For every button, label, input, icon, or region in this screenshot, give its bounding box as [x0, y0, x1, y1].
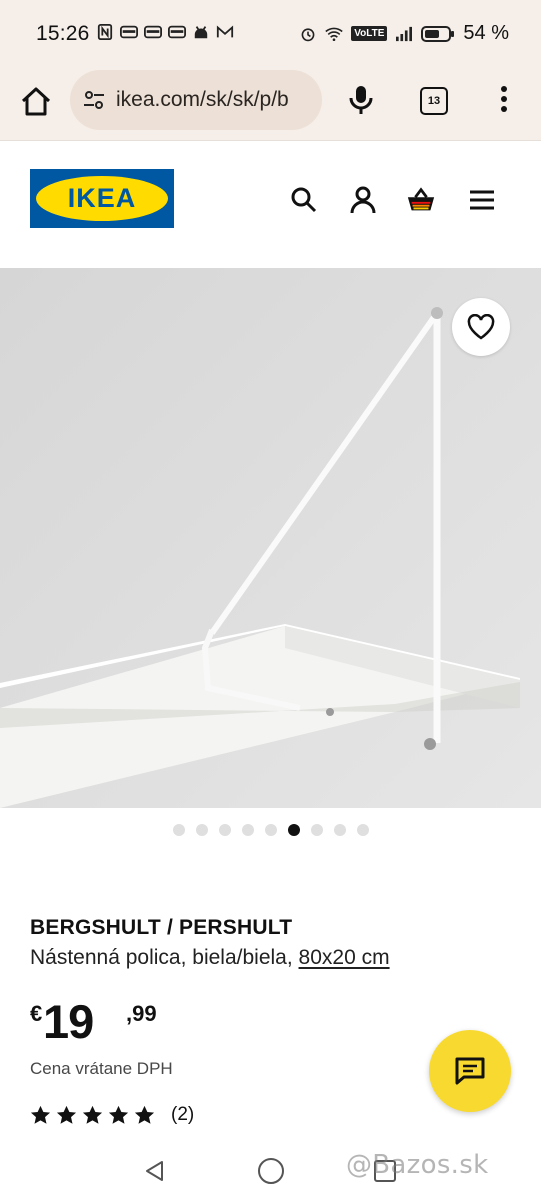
notification-icon	[168, 25, 186, 39]
gallery-dot[interactable]	[195, 824, 208, 836]
system-icons: VoLTE 54 %	[299, 22, 509, 45]
gallery-dot[interactable]	[333, 824, 346, 836]
product-description: Nástenná polica, biela/biela, 80x20 cm	[30, 946, 390, 970]
product-name: BERGSHULT / PERSHULT	[30, 916, 293, 939]
star-icon	[108, 1105, 129, 1124]
gallery-dot[interactable]	[356, 824, 369, 836]
gallery-dot[interactable]	[172, 824, 185, 836]
back-icon[interactable]	[144, 1160, 166, 1182]
microphone-icon[interactable]	[348, 84, 374, 116]
ikea-logo[interactable]: IKEA	[30, 169, 174, 228]
search-icon[interactable]	[289, 185, 319, 215]
gallery-dot[interactable]	[241, 824, 254, 836]
url-text[interactable]: ikea.com/sk/sk/p/b	[116, 88, 316, 112]
status-time: 15:26	[36, 22, 90, 45]
battery-icon	[421, 25, 455, 42]
wifi-icon	[325, 27, 343, 41]
android-icon	[194, 26, 208, 39]
star-icon	[134, 1105, 155, 1124]
notification-icon	[144, 25, 162, 39]
heart-icon	[467, 314, 495, 340]
cart-icon[interactable]	[406, 185, 436, 215]
chat-button[interactable]	[429, 1030, 511, 1112]
menu-icon[interactable]	[467, 185, 497, 215]
gallery-dot[interactable]	[264, 824, 277, 836]
nfc-icon	[97, 24, 113, 40]
address-bar[interactable]: ikea.com/sk/sk/p/b	[70, 70, 322, 130]
logo-text: IKEA	[67, 183, 137, 213]
account-icon[interactable]	[348, 185, 378, 215]
rating-stars	[30, 1105, 155, 1125]
shelf-illustration	[0, 268, 541, 808]
star-icon	[56, 1105, 77, 1124]
gallery-dot[interactable]	[218, 824, 231, 836]
tabs-icon[interactable]: 13	[420, 87, 448, 115]
chat-icon	[455, 1057, 485, 1085]
gallery-pagination	[0, 824, 541, 840]
price-currency: €	[30, 1001, 43, 1026]
signal-icon	[396, 26, 413, 41]
browser-toolbar: ikea.com/sk/sk/p/b 13	[0, 66, 541, 141]
product-description-text: Nástenná polica, biela/biela,	[30, 946, 293, 969]
watermark: @Bazos.sk	[346, 1150, 489, 1180]
star-icon	[30, 1105, 51, 1124]
price-decimal: ,99	[126, 1001, 157, 1026]
gmail-icon	[216, 25, 234, 38]
site-settings-icon[interactable]	[82, 88, 106, 112]
notification-icon	[120, 25, 138, 39]
product-size-link[interactable]: 80x20 cm	[299, 946, 390, 969]
notification-icons	[96, 24, 234, 40]
alarm-icon	[301, 27, 315, 41]
nav-home-icon[interactable]	[258, 1158, 284, 1184]
gallery-dot[interactable]	[287, 824, 300, 836]
gallery-dot[interactable]	[310, 824, 323, 836]
status-bar: 15:26 VoLTE 54 %	[0, 0, 541, 66]
favorite-button[interactable]	[452, 298, 510, 356]
battery-percent: 54 %	[463, 22, 509, 44]
star-icon	[82, 1105, 103, 1124]
price-integer: 19	[43, 995, 94, 1048]
vat-note: Cena vrátane DPH	[30, 1059, 173, 1078]
volte-icon: VoLTE	[351, 26, 388, 41]
home-icon[interactable]	[18, 84, 54, 120]
site-header: IKEA	[0, 141, 541, 269]
more-icon[interactable]	[496, 84, 512, 116]
product-rating[interactable]: (2)	[30, 1104, 194, 1126]
product-image[interactable]	[0, 268, 541, 808]
review-count[interactable]: (2)	[171, 1104, 194, 1126]
